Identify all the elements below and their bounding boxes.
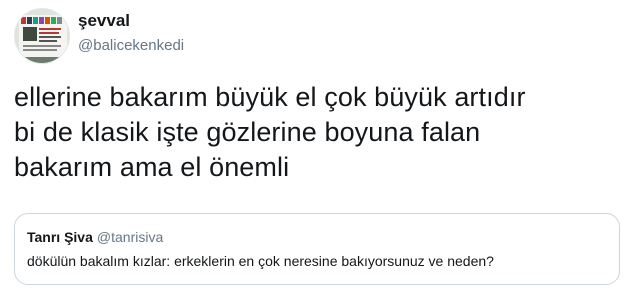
quoted-display-name: Tanrı Şiva bbox=[27, 229, 93, 245]
quoted-tweet-header: Tanrı Şiva @tanrisiva bbox=[27, 228, 163, 246]
quoted-tweet-text: dökülün bakalım kızlar: erkeklerin en ço… bbox=[27, 253, 494, 269]
quoted-tweet[interactable]: Tanrı Şiva @tanrisiva dökülün bakalım kız… bbox=[14, 213, 620, 285]
tweet-text-line: bakarım ama el önemli bbox=[14, 152, 290, 182]
tweet-card: şevval @balicekenkedi ellerine bakarım b… bbox=[0, 0, 635, 290]
user-info: şevval @balicekenkedi bbox=[78, 10, 184, 56]
tweet-text-line: ellerine bakarım büyük el çok büyük artı… bbox=[14, 82, 526, 112]
tweet-text: ellerine bakarım büyük el çok büyük artı… bbox=[14, 80, 624, 185]
avatar[interactable] bbox=[14, 8, 70, 64]
display-name[interactable]: şevval bbox=[78, 10, 184, 32]
avatar-image bbox=[15, 9, 69, 63]
quoted-user-handle: @tanrisiva bbox=[96, 229, 164, 245]
tweet-text-line: bi de klasik işte gözlerine boyuna falan bbox=[14, 117, 481, 147]
user-handle[interactable]: @balicekenkedi bbox=[78, 36, 184, 56]
